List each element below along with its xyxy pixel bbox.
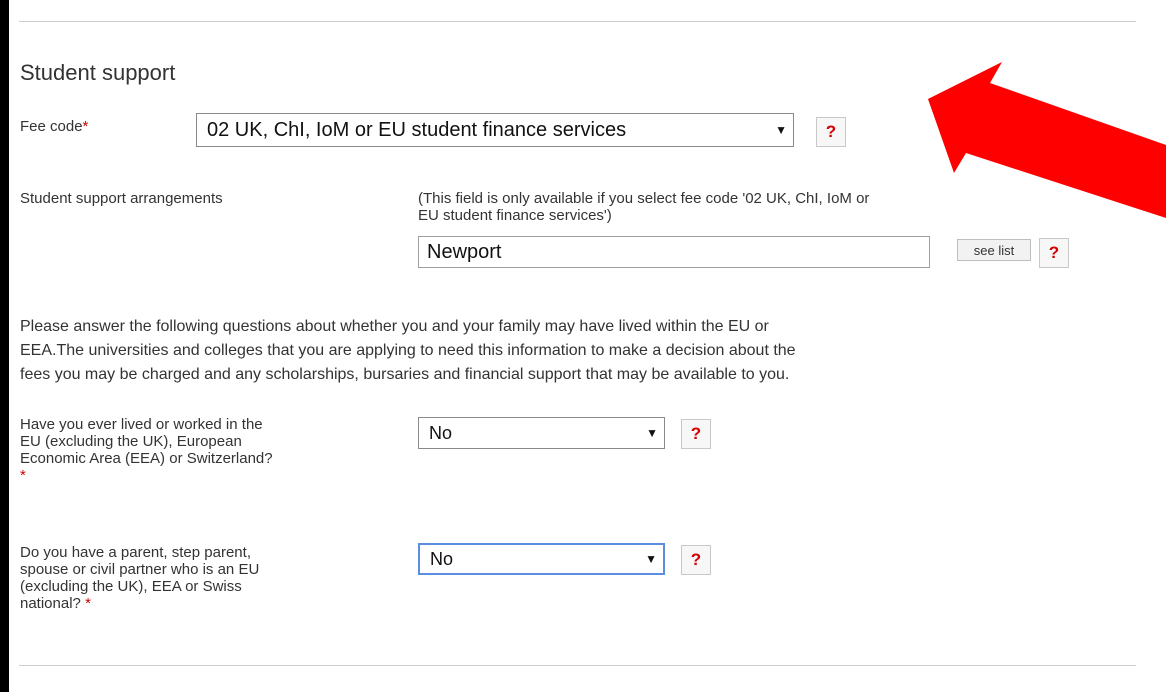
fee-code-help-button[interactable]: ? [816,117,846,147]
support-arrangements-label: Student support arrangements [20,190,223,207]
intro-line-1: Please answer the following questions ab… [20,318,769,335]
intro-line-3: fees you may be charged and any scholars… [20,366,790,383]
question-line-2: EU (excluding the UK), European [20,433,242,450]
lived-in-eu-selected-value: No [429,422,453,443]
fee-code-select[interactable]: 02 UK, ChI, IoM or EU student finance se… [196,113,794,147]
question-line-3: Economic Area (EEA) or Switzerland? [20,450,273,467]
required-asterisk: * [82,118,89,135]
question-line-1: Do you have a parent, step parent, [20,544,251,561]
family-eu-national-selected-value: No [430,548,454,569]
question-line-2: spouse or civil partner who is an EU [20,561,260,578]
note-line-2: EU student finance services') [418,207,612,224]
note-line-1: (This field is only available if you sel… [418,190,870,207]
question-line-3: (excluding the UK), EEA or Swiss [20,578,242,595]
lived-in-eu-help-button[interactable]: ? [681,419,711,449]
student-support-panel: Student support Fee code* 02 UK, ChI, Io… [9,0,1166,692]
dropdown-arrow-icon: ▼ [775,123,787,137]
required-asterisk: * [85,595,91,612]
support-arrangements-note: (This field is only available if you sel… [418,190,1118,224]
family-eu-national-help-button[interactable]: ? [681,545,711,575]
question-line-4: national? * [20,595,410,612]
family-eu-national-select[interactable]: No ▼ [418,543,665,575]
question-line-4-text: national? [20,595,81,612]
family-eu-national-question: Do you have a parent, step parent, spous… [20,544,410,612]
support-arrangements-help-button[interactable]: ? [1039,238,1069,268]
question-line-1: Have you ever lived or worked in the [20,416,263,433]
required-asterisk: * [20,467,26,484]
see-list-button[interactable]: see list [957,239,1031,261]
intro-line-2: EEA.The universities and colleges that y… [20,342,796,359]
eu-intro-paragraph: Please answer the following questions ab… [20,315,1130,387]
bottom-divider [19,665,1136,666]
dropdown-arrow-icon: ▼ [645,552,657,566]
fee-code-label-text: Fee code [20,118,83,135]
lived-in-eu-select[interactable]: No ▼ [418,417,665,449]
fee-code-selected-value: 02 UK, ChI, IoM or EU student finance se… [207,118,627,141]
dropdown-arrow-icon: ▼ [646,426,658,440]
support-arrangements-input[interactable] [418,236,930,268]
section-title: Student support [20,60,176,85]
top-divider [19,21,1136,22]
fee-code-label: Fee code* [20,118,88,135]
lived-in-eu-question: Have you ever lived or worked in the EU … [20,416,410,484]
